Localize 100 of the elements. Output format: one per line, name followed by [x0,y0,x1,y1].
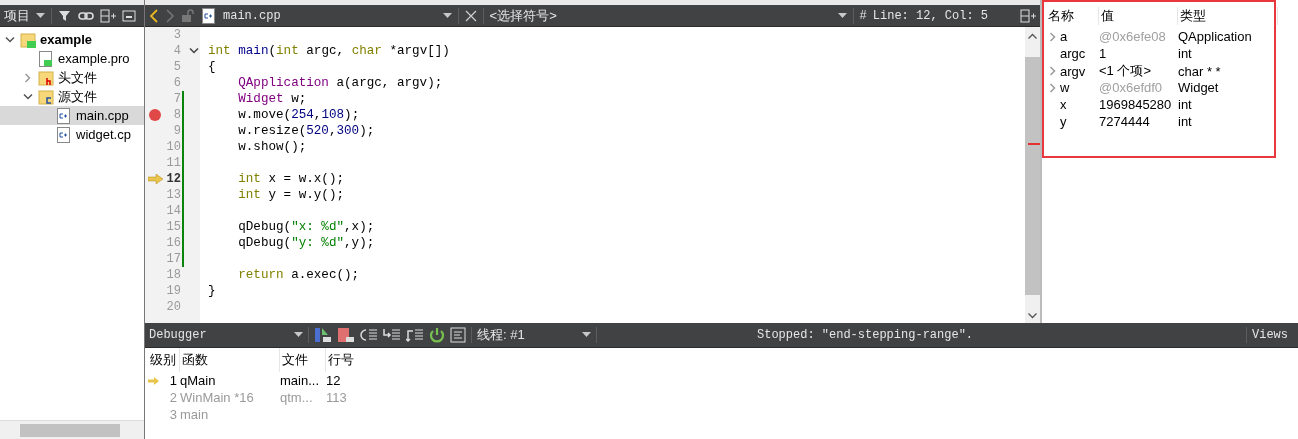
line-number: 10 [165,139,181,155]
step-out-icon[interactable] [406,327,424,343]
line-number: 18 [165,267,181,283]
restart-icon[interactable] [429,327,445,343]
variable-type: QApplication [1178,29,1253,44]
hash-label: # [859,8,867,23]
code-line: w.resize(520,300); [237,124,375,138]
line-number: 9 [172,123,181,139]
stack-frame-row[interactable]: 1 qMain main... 12 [145,372,1298,389]
cpp-file-icon [56,126,72,143]
line-number: 19 [165,283,181,299]
horizontal-scrollbar[interactable] [0,420,144,439]
close-icon[interactable] [464,9,477,22]
thread-selector[interactable]: 线程: #1 [477,326,577,344]
column-header[interactable]: 行号 [326,348,386,372]
variable-name: x [1060,97,1068,112]
code-line: Widget w; [237,92,307,106]
tree-item[interactable]: 头文件 [0,68,144,87]
dropdown-caret-icon[interactable] [837,12,847,19]
link-icon[interactable] [78,9,94,22]
variable-row[interactable]: argc 1 int [1046,45,1274,62]
variable-value: 1 [1099,46,1108,61]
column-header[interactable]: 名称 [1046,7,1099,25]
line-number: 12 [165,171,181,187]
header-folder-icon [38,69,54,86]
close-pane-icon[interactable] [122,9,136,22]
stop-icon[interactable] [337,327,355,343]
tree-item[interactable]: widget.cp [0,125,144,144]
code-line: int main(int argc, char *argv[]) [208,44,450,58]
vertical-scrollbar[interactable] [1025,27,1040,323]
line-number: 5 [172,59,181,75]
line-number: 15 [165,219,181,235]
variable-type: int [1178,97,1193,112]
variable-value: @0x6efe08 [1099,29,1167,44]
variable-value: 7274444 [1099,114,1151,129]
split-add-icon[interactable] [1020,8,1036,23]
split-add-icon[interactable] [100,8,116,23]
column-header[interactable]: 值 [1099,7,1178,25]
scroll-up-icon[interactable] [1028,33,1037,39]
project-file-icon [38,50,54,67]
filter-icon[interactable] [58,8,72,23]
line-number: 20 [165,299,181,315]
tree-item[interactable]: main.cpp [0,106,144,125]
variable-value: @0x6efdf0 [1099,80,1164,95]
views-button[interactable]: Views [1252,328,1288,342]
source-folder-icon [38,88,54,105]
line-number: 11 [165,155,181,171]
variable-name: a [1060,29,1069,44]
line-number: 7 [172,91,181,107]
code-line: w.move(254,108); [237,108,360,122]
line-number: 4 [172,43,181,59]
code-line: QApplication a(argc, argv); [237,76,443,90]
dropdown-caret-icon[interactable] [442,12,452,19]
cursor-position: Line: 12, Col: 5 [872,8,988,23]
project-folder-icon [20,31,36,48]
step-over-icon[interactable] [360,327,378,343]
variable-type: int [1178,46,1193,61]
code-line: int y = w.y(); [237,188,345,202]
pane-selector[interactable]: 项目 [4,6,30,25]
code-line: { [208,60,216,74]
tree-item[interactable]: example [0,30,144,49]
variable-row[interactable]: x 1969845280 int [1046,96,1274,113]
line-number: 13 [165,187,181,203]
cpp-file-icon [201,7,217,24]
variable-name: argv [1060,63,1087,79]
code-line: qDebug("y: %d",y); [237,236,375,250]
tree-item[interactable]: example.pro [0,49,144,68]
column-header[interactable]: 级别 [148,348,180,372]
variable-type: char * * [1178,63,1222,79]
status-message: Stopped: "end-stepping-range". [757,328,974,342]
line-number: 17 [165,251,181,267]
line-number: 14 [165,203,181,219]
symbol-selector[interactable]: <选择符号> [489,6,557,25]
tree-item[interactable]: 源文件 [0,87,144,106]
line-number: 8 [172,107,181,123]
operate-by-instruction-icon[interactable] [450,327,466,343]
variable-value: 1969845280 [1099,97,1173,112]
dropdown-caret-icon[interactable] [294,332,303,338]
variable-name: argc [1060,46,1087,61]
debugger-selector[interactable]: Debugger [149,328,289,342]
line-number: 6 [172,75,181,91]
variable-row[interactable]: y 7274444 int [1046,113,1274,130]
code-line: return a.exec(); [237,268,360,282]
variable-name: y [1060,114,1068,129]
scroll-down-icon[interactable] [1028,313,1037,319]
file-selector[interactable]: main.cpp [223,8,281,23]
variable-value: <1 个项> [1099,62,1153,80]
column-header[interactable]: 文件 [280,348,326,372]
code-line: w.show(); [237,140,307,154]
code-line: } [208,284,216,298]
breakpoint-icon[interactable] [149,109,161,121]
cpp-file-icon [56,107,72,124]
column-header[interactable]: 类型 [1178,7,1278,25]
step-into-icon[interactable] [383,327,401,343]
column-header[interactable]: 函数 [180,348,280,372]
dropdown-caret-icon[interactable] [36,12,45,19]
variable-type: int [1178,114,1193,129]
continue-icon[interactable] [314,327,332,343]
variable-type: Widget [1178,80,1220,95]
dropdown-caret-icon[interactable] [582,332,591,338]
